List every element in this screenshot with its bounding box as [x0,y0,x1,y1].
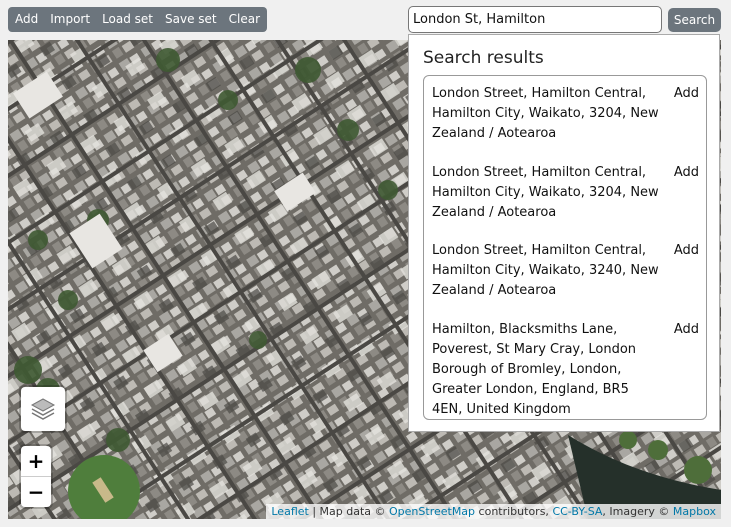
map-attribution: Leaflet | Map data © OpenStreetMap contr… [266,504,721,519]
attribution-text-3: , Imagery © [602,505,673,518]
search-result-item: London Street, Hamilton Central, Hamilto… [424,84,706,144]
license-link[interactable]: CC-BY-SA [552,505,602,518]
search-result-text: London Street, Hamilton Central, Hamilto… [432,243,659,298]
search-result-text: London Street, Hamilton Central, Hamilto… [432,165,659,220]
layers-control[interactable] [21,387,65,431]
search-result-item: Hamilton, Blacksmiths Lane, Poverest, St… [424,320,706,419]
save-set-button[interactable]: Save set [159,7,223,32]
add-result-button[interactable]: Add [674,163,699,183]
search-result-text: Hamilton, Blacksmiths Lane, Poverest, St… [432,322,637,417]
zoom-in-button[interactable]: + [21,446,51,476]
attribution-text-1: | Map data © [308,505,390,518]
search-button[interactable]: Search [668,8,721,32]
search-results-list[interactable]: London Street, Hamilton Central, Hamilto… [423,75,707,420]
zoom-out-button[interactable]: − [21,476,51,507]
search-result-item: London Street, Hamilton Central, Hamilto… [424,163,706,223]
search-result-text: London Street, Hamilton Central, Hamilto… [432,86,659,141]
add-result-button[interactable]: Add [674,320,699,340]
add-result-button[interactable]: Add [674,84,699,104]
mapbox-link[interactable]: Mapbox [673,505,716,518]
search-results-panel: Search results London Street, Hamilton C… [408,34,720,432]
import-button[interactable]: Import [44,7,96,32]
attribution-text-2: contributors, [475,505,553,518]
search-input[interactable] [408,6,662,33]
clear-button[interactable]: Clear [223,7,267,32]
openstreetmap-link[interactable]: OpenStreetMap [389,505,475,518]
leaflet-link[interactable]: Leaflet [271,505,308,518]
layers-icon [30,398,56,420]
toolbar: Add Import Load set Save set Clear [8,7,268,32]
add-result-button[interactable]: Add [674,241,699,261]
load-set-button[interactable]: Load set [96,7,159,32]
zoom-control: + − [21,446,51,507]
search-results-title: Search results [423,48,544,68]
search-result-item: London Street, Hamilton Central, Hamilto… [424,241,706,301]
add-button[interactable]: Add [8,7,44,32]
